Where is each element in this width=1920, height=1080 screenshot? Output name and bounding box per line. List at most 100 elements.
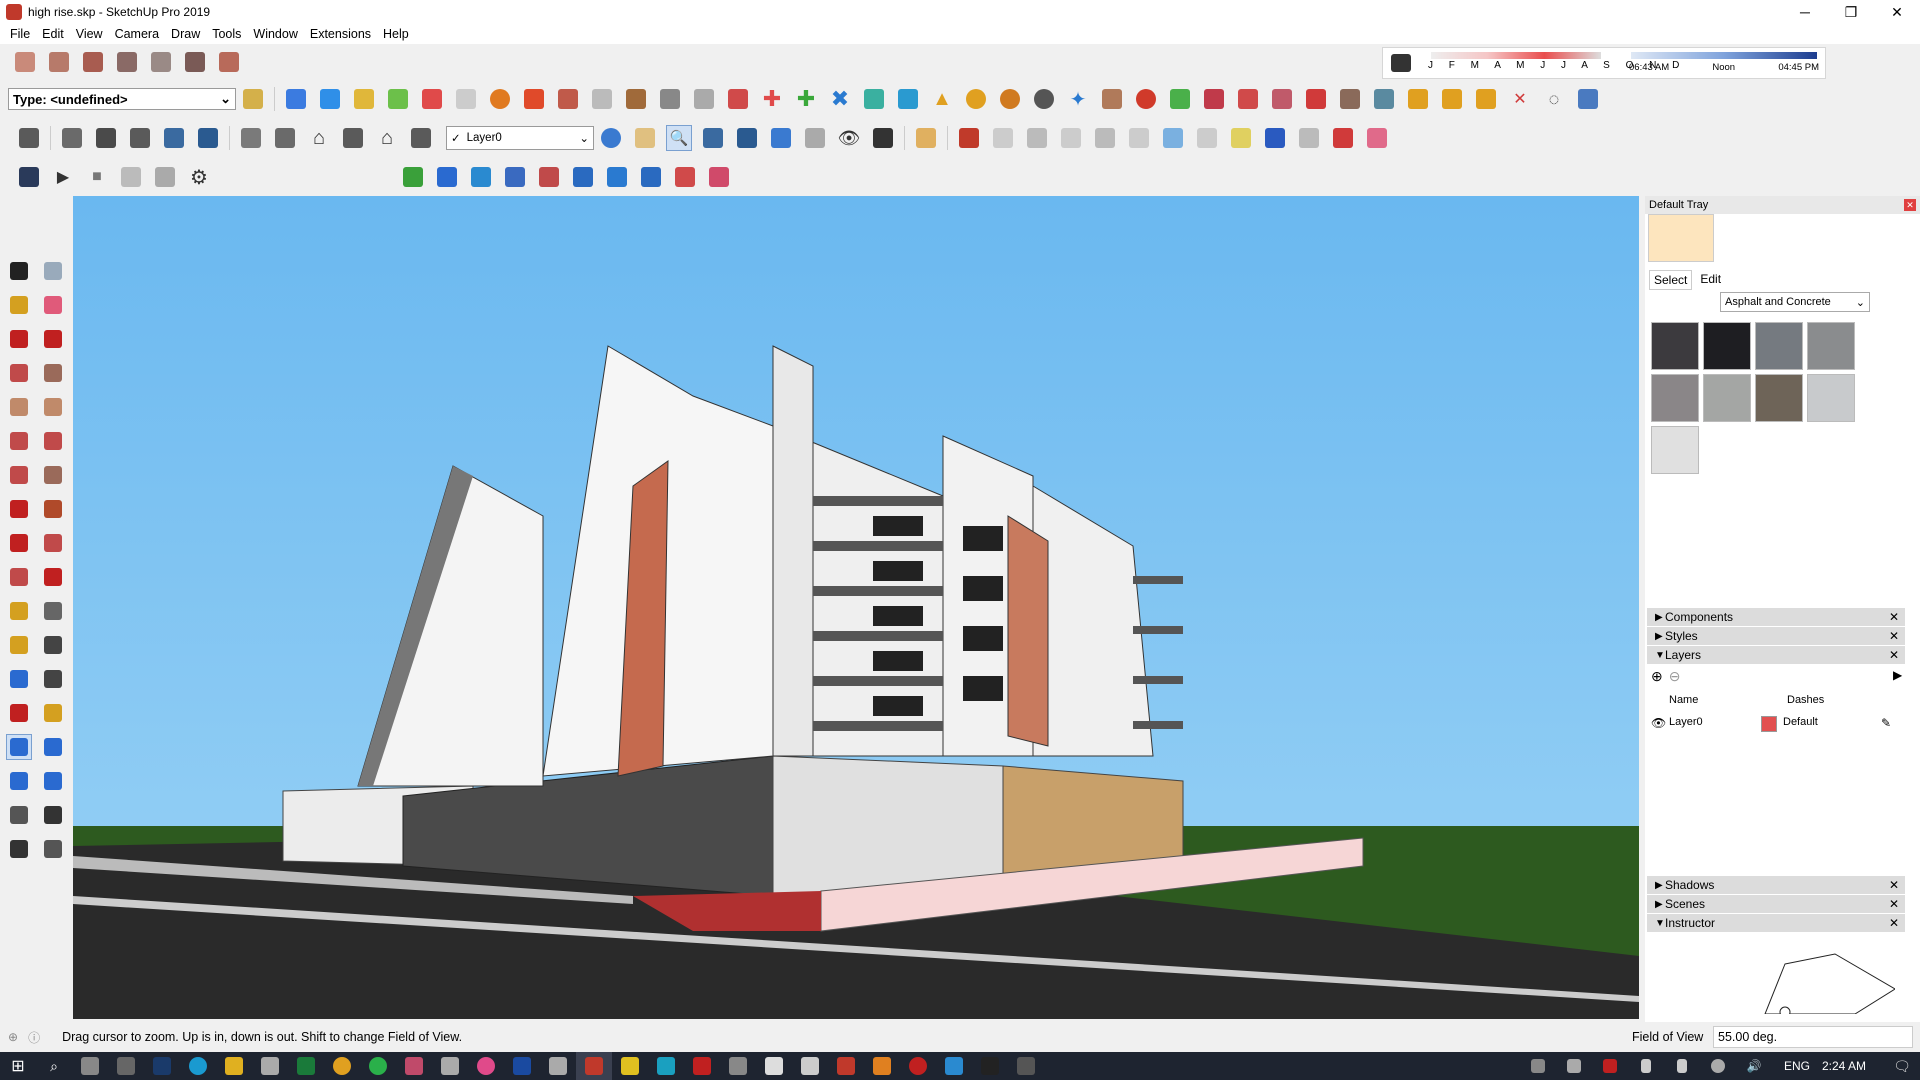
pan-tb-icon[interactable] [632,125,658,151]
remove-layer-icon[interactable]: ⊖ [1669,668,1681,685]
app-f-icon[interactable] [648,1052,684,1080]
swatch-1[interactable] [1651,322,1699,370]
tape-measure-icon[interactable] [6,598,32,624]
sketchup-task-icon[interactable] [576,1052,612,1080]
shape-f-icon[interactable] [1160,125,1186,151]
pan-icon[interactable] [40,700,66,726]
section-icon[interactable] [521,86,547,112]
menu-edit[interactable]: Edit [36,27,70,41]
store-icon[interactable] [252,1052,288,1080]
tool-z11-icon[interactable] [672,164,698,190]
shape-l-icon[interactable] [1364,125,1390,151]
tool-z7-icon[interactable] [536,164,562,190]
swatch-6[interactable] [1703,374,1751,422]
app-m-icon[interactable] [1008,1052,1044,1080]
text-icon[interactable] [40,598,66,624]
add-layer-icon[interactable]: ⊕ [1651,668,1663,685]
layer-details-icon[interactable]: ▶ [1893,668,1902,682]
zoom-icon[interactable] [6,734,32,760]
excel-icon[interactable] [288,1052,324,1080]
notifications-icon[interactable]: 🗨 [1884,1052,1920,1080]
menu-draw[interactable]: Draw [165,27,206,41]
tool-z1-icon[interactable] [118,164,144,190]
zoom-extents-tb-icon[interactable] [734,125,760,151]
start-icon[interactable]: ⊞ [0,1052,36,1080]
move-icon[interactable] [6,496,32,522]
pencil-tb-icon[interactable] [956,125,982,151]
layer-row-dashes[interactable]: Default [1783,716,1818,728]
tool-z2-icon[interactable] [152,164,178,190]
line-tb-icon[interactable] [913,125,939,151]
swatch-8[interactable] [1807,374,1855,422]
push-pull-icon[interactable] [40,496,66,522]
tool-v-icon[interactable] [1473,86,1499,112]
3d-viewport[interactable] [73,196,1639,1019]
top-view-icon[interactable] [46,49,72,75]
shape-d-icon[interactable] [1092,125,1118,151]
tool-z12-icon[interactable] [706,164,732,190]
tool-d-icon[interactable] [725,86,751,112]
bridge-icon[interactable] [972,1052,1008,1080]
app-i-icon[interactable] [792,1052,828,1080]
cross-icon[interactable]: ✖ [827,86,853,112]
tray-b-icon[interactable] [1556,1052,1592,1080]
house-left-icon[interactable] [408,125,434,151]
hidden-line-icon[interactable] [127,125,153,151]
zoom-tb-icon[interactable]: 🔍 [666,125,692,151]
previous-tb-icon[interactable] [768,125,794,151]
protractor-icon[interactable] [6,632,32,658]
wireframe-icon[interactable] [93,125,119,151]
clock-label[interactable]: 2:24 AM [1822,1059,1866,1073]
tool-y-icon[interactable] [1575,86,1601,112]
menu-view[interactable]: View [70,27,109,41]
close-icon[interactable]: ✕ [1889,648,1899,662]
warning-icon[interactable]: ▲ [929,86,955,112]
right-view-icon[interactable] [114,49,140,75]
pie-icon[interactable] [40,428,66,454]
tool-z8-icon[interactable] [570,164,596,190]
photoshop-icon[interactable] [144,1052,180,1080]
circle-icon[interactable] [6,394,32,420]
shape-g-icon[interactable] [1194,125,1220,151]
edge-icon[interactable] [180,1052,216,1080]
panel-styles[interactable]: ▶ Styles ✕ [1647,627,1905,646]
shape-i-icon[interactable] [1262,125,1288,151]
minimize-button[interactable]: ─ [1782,0,1828,24]
follow-me-icon[interactable] [40,530,66,556]
app-k-icon[interactable] [900,1052,936,1080]
eraser-icon[interactable] [40,292,66,318]
panel-components[interactable]: ▶ Components ✕ [1647,608,1905,627]
component-icon[interactable] [40,258,66,284]
look-around-tb-icon[interactable]: 👁 [836,125,862,151]
panel-scenes[interactable]: ▶ Scenes ✕ [1647,895,1905,914]
layer-row-name[interactable]: Layer0 [1669,716,1703,728]
orbit-tb-icon[interactable] [598,125,624,151]
tool-t-icon[interactable] [1405,86,1431,112]
axes-icon[interactable] [40,632,66,658]
shape-e-icon[interactable] [1126,125,1152,151]
restore-button[interactable]: ❐ [1828,0,1874,24]
tool-z5-icon[interactable] [468,164,494,190]
rectangle-icon[interactable] [6,360,32,386]
house-iso-icon[interactable] [238,125,264,151]
tool-m-icon[interactable] [1167,86,1193,112]
acrobat-icon[interactable] [684,1052,720,1080]
menu-help[interactable]: Help [377,27,415,41]
time-slider[interactable] [1631,52,1817,59]
back-view-icon[interactable] [148,49,174,75]
shape-h-icon[interactable] [1228,125,1254,151]
rotate-icon[interactable] [6,530,32,556]
add-icon[interactable]: ✚ [759,86,785,112]
close-icon[interactable]: ✕ [1904,199,1916,211]
swatch-4[interactable] [1807,322,1855,370]
arc-icon[interactable] [6,428,32,454]
sandbox-scratch-icon[interactable] [317,86,343,112]
tool-f-icon[interactable] [895,86,921,112]
shaded-icon[interactable] [161,125,187,151]
tool-b-icon[interactable] [657,86,683,112]
tool-q-icon[interactable] [1303,86,1329,112]
material-library-select[interactable]: Asphalt and Concrete ⌄ [1720,292,1870,312]
menu-file[interactable]: File [4,27,36,41]
explorer-icon[interactable] [216,1052,252,1080]
measurement-box[interactable]: 55.00 deg. [1713,1026,1913,1048]
